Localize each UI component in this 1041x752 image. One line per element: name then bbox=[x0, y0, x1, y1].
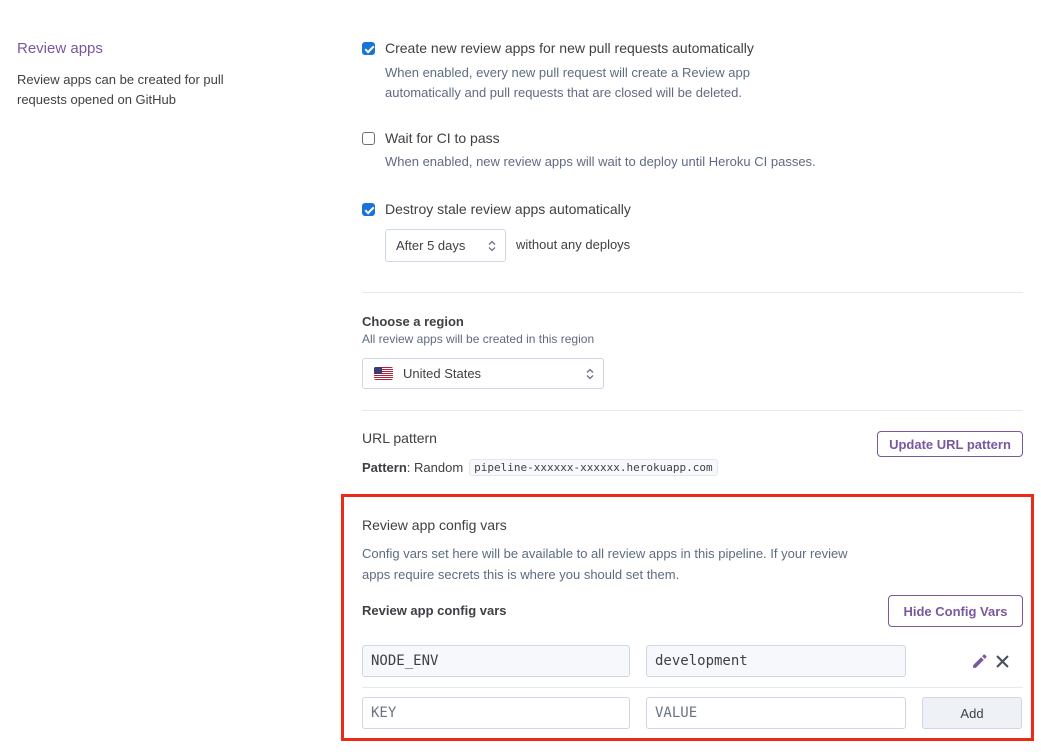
config-var-key-field[interactable]: NODE_ENV bbox=[362, 645, 630, 677]
config-vars-desc-line1: Config vars set here will be available t… bbox=[362, 546, 848, 561]
edit-pencil-icon[interactable] bbox=[971, 653, 988, 670]
new-key-input[interactable] bbox=[371, 705, 621, 721]
stale-days-select[interactable]: After 5 days bbox=[385, 229, 506, 262]
auto-create-label[interactable]: Create new review apps for new pull requ… bbox=[385, 40, 754, 57]
new-key-field[interactable] bbox=[362, 697, 630, 729]
pattern-label: Pattern bbox=[362, 460, 407, 475]
config-var-key: NODE_ENV bbox=[371, 653, 439, 669]
select-chevron-icon bbox=[586, 368, 594, 379]
wait-ci-checkbox[interactable] bbox=[362, 132, 375, 145]
url-pattern-title: URL pattern bbox=[362, 430, 437, 446]
hide-config-vars-button[interactable]: Hide Config Vars bbox=[888, 595, 1023, 627]
section-title: Review apps bbox=[17, 40, 103, 57]
config-vars-description: Config vars set here will be available t… bbox=[362, 543, 882, 585]
new-value-field[interactable] bbox=[646, 697, 906, 729]
config-var-value-field[interactable]: development bbox=[646, 645, 906, 677]
new-value-input[interactable] bbox=[655, 705, 897, 721]
select-chevron-icon bbox=[488, 240, 496, 251]
auto-create-checkbox[interactable] bbox=[362, 42, 375, 55]
config-vars-title: Review app config vars bbox=[362, 517, 507, 533]
auto-create-help-line1: When enabled, every new pull request wil… bbox=[385, 65, 750, 80]
stale-days-value: After 5 days bbox=[396, 238, 466, 253]
section-sidebar: Review apps Review apps can be created f… bbox=[17, 40, 257, 109]
config-vars-desc-line2: apps require secrets this is where you s… bbox=[362, 567, 680, 582]
region-select[interactable]: United States bbox=[362, 358, 604, 389]
url-pattern-line: Pattern: Random pipeline-xxxxxx-xxxxxx.h… bbox=[362, 459, 718, 476]
update-url-pattern-button[interactable]: Update URL pattern bbox=[877, 431, 1023, 457]
destroy-stale-label[interactable]: Destroy stale review apps automatically bbox=[385, 201, 631, 218]
region-value: United States bbox=[403, 366, 482, 381]
add-config-var-button[interactable]: Add bbox=[922, 697, 1022, 729]
us-flag-icon bbox=[374, 367, 393, 380]
close-icon[interactable] bbox=[996, 655, 1009, 668]
stale-days-suffix: without any deploys bbox=[516, 237, 631, 252]
divider bbox=[362, 687, 1023, 688]
wait-ci-help: When enabled, new review apps will wait … bbox=[385, 154, 816, 169]
auto-create-help-line2: automatically and pull requests that are… bbox=[385, 84, 742, 100]
divider bbox=[362, 410, 1023, 411]
pattern-mode: Random bbox=[414, 460, 464, 475]
auto-create-help: When enabled, every new pull request wil… bbox=[385, 63, 855, 102]
config-var-value: development bbox=[655, 653, 748, 669]
region-help: All review apps will be created in this … bbox=[362, 332, 595, 346]
config-vars-subtitle: Review app config vars bbox=[362, 603, 507, 618]
pattern-example: pipeline-xxxxxx-xxxxxx.herokuapp.com bbox=[469, 459, 718, 476]
wait-ci-label[interactable]: Wait for CI to pass bbox=[385, 130, 500, 147]
region-title: Choose a region bbox=[362, 314, 464, 329]
destroy-stale-checkbox[interactable] bbox=[362, 203, 375, 216]
section-description: Review apps can be created for pull requ… bbox=[17, 72, 224, 107]
divider bbox=[362, 292, 1023, 293]
